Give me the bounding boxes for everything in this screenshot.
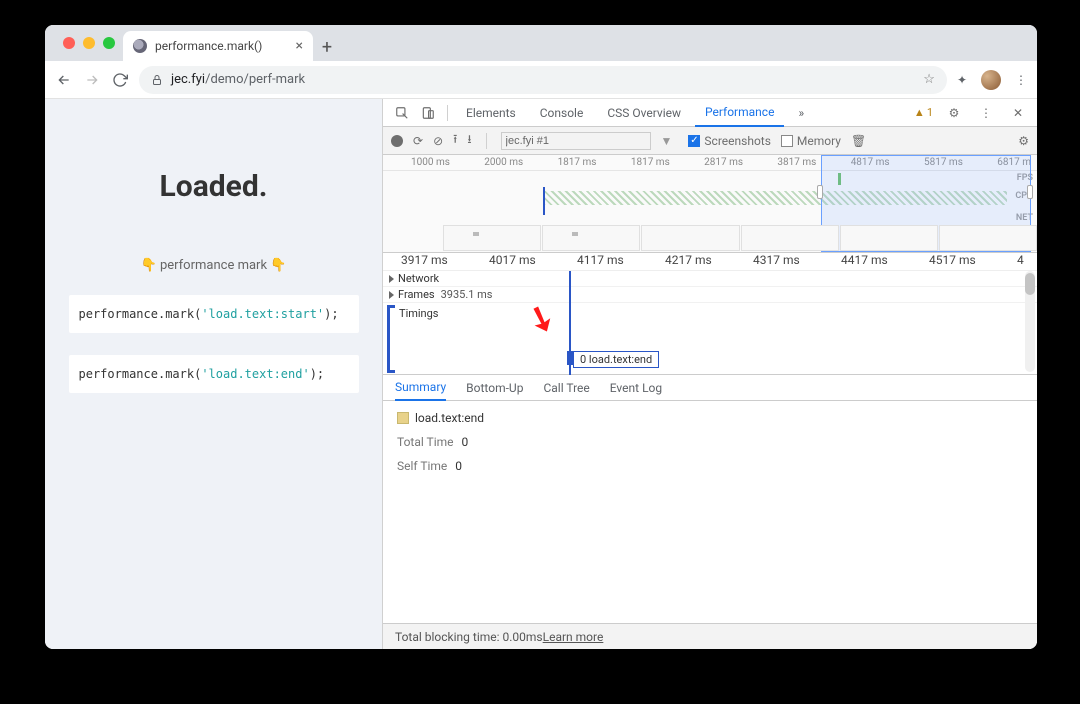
page-heading: Loaded. <box>160 169 268 204</box>
status-bar: Total blocking time: 0.00ms Learn more <box>383 623 1037 649</box>
extensions-icon[interactable]: ✦ <box>957 73 967 87</box>
tab-favicon-icon <box>133 39 147 53</box>
save-profile-icon[interactable]: ⭳ <box>467 130 471 151</box>
memory-checkbox[interactable]: Memory <box>781 134 841 148</box>
summary-pane: Summary Bottom-Up Call Tree Event Log lo… <box>383 375 1037 649</box>
address-bar: jec.fyi/demo/perf-mark ☆ ✦ ⋮ <box>45 61 1037 99</box>
overview-handle-right[interactable] <box>1027 185 1033 199</box>
tab-more-icon[interactable]: » <box>788 99 814 127</box>
back-button[interactable] <box>55 71 73 89</box>
browser-menu-icon[interactable]: ⋮ <box>1015 73 1027 87</box>
bottom-tablist: Summary Bottom-Up Call Tree Event Log <box>383 375 1037 401</box>
url-path: /demo/perf-mark <box>205 72 305 87</box>
window-controls <box>55 37 123 61</box>
load-profile-icon[interactable]: ⭱ <box>453 130 457 151</box>
perf-settings-icon[interactable]: ⚙ <box>1018 134 1029 148</box>
tab-title: performance.mark() <box>155 39 262 53</box>
devtools-menu-icon[interactable]: ⋮ <box>975 102 997 124</box>
timing-swatch-icon <box>397 412 409 424</box>
new-tab-button[interactable]: + <box>313 33 341 61</box>
timings-bracket <box>387 305 395 373</box>
screenshots-checkbox[interactable]: ✓Screenshots <box>688 134 770 148</box>
tab-console[interactable]: Console <box>530 99 594 127</box>
timing-marker-box[interactable]: 0 load.text:end <box>573 351 659 368</box>
devtools-tablist: Elements Console CSS Overview Performanc… <box>383 99 1037 127</box>
recording-select[interactable]: jec.fyi #1 <box>501 132 651 150</box>
tab-elements[interactable]: Elements <box>456 99 526 127</box>
reload-button[interactable] <box>111 71 129 89</box>
clear-icon[interactable]: ⊘ <box>433 134 443 148</box>
minimize-window-icon[interactable] <box>83 37 95 49</box>
profile-avatar[interactable] <box>981 70 1001 90</box>
network-row[interactable]: Network <box>383 271 1037 287</box>
disclosure-triangle-icon[interactable] <box>389 291 394 299</box>
omnibox[interactable]: jec.fyi/demo/perf-mark ☆ <box>139 66 947 94</box>
maximize-window-icon[interactable] <box>103 37 115 49</box>
inspect-icon[interactable] <box>391 102 413 124</box>
code-block-start: performance.mark('load.text:start'); <box>69 295 359 333</box>
performance-toolbar: ⟳ ⊘ ⭱ ⭳ jec.fyi #1 ▼ ✓Screenshots Memory… <box>383 127 1037 155</box>
warnings-badge[interactable]: ▲ 1 <box>914 106 933 119</box>
url-host: jec.fyi <box>171 72 205 87</box>
devtools-close-icon[interactable]: ✕ <box>1007 102 1029 124</box>
devtools-panel: Elements Console CSS Overview Performanc… <box>383 99 1037 649</box>
close-window-icon[interactable] <box>63 37 75 49</box>
chrome-window: performance.mark() × + jec.fyi/demo/perf… <box>45 25 1037 649</box>
tab-close-icon[interactable]: × <box>296 39 303 53</box>
flamechart-area[interactable]: 3917 ms 4017 ms 4117 ms 4217 ms 4317 ms … <box>383 253 1037 375</box>
summary-item-name: load.text:end <box>397 411 1023 425</box>
star-icon[interactable]: ☆ <box>923 72 935 87</box>
disclosure-triangle-icon[interactable] <box>389 275 394 283</box>
scrollbar-thumb[interactable] <box>1025 273 1035 295</box>
learn-more-link[interactable]: Learn more <box>543 630 604 644</box>
forward-button[interactable] <box>83 71 101 89</box>
tab-summary[interactable]: Summary <box>395 375 446 401</box>
browser-tab[interactable]: performance.mark() × <box>123 31 313 61</box>
timings-row-label[interactable]: Timings <box>399 307 439 320</box>
record-button[interactable] <box>391 135 403 147</box>
reload-record-icon[interactable]: ⟳ <box>413 134 423 148</box>
tab-css-overview[interactable]: CSS Overview <box>597 99 691 127</box>
tab-bottom-up[interactable]: Bottom-Up <box>466 381 523 395</box>
summary-self-time: Self Time0 <box>397 459 1023 473</box>
settings-icon[interactable]: ⚙ <box>943 102 965 124</box>
device-toggle-icon[interactable] <box>417 102 439 124</box>
overview-lane[interactable]: 1000 ms 2000 ms 1817 ms 1817 ms 2817 ms … <box>383 155 1037 253</box>
tab-strip: performance.mark() × + <box>45 25 1037 61</box>
tab-performance[interactable]: Performance <box>695 99 784 127</box>
summary-total-time: Total Time0 <box>397 435 1023 449</box>
detail-ruler: 3917 ms 4017 ms 4117 ms 4217 ms 4317 ms … <box>383 253 1037 271</box>
lock-icon <box>151 74 163 86</box>
page-content: Loaded. 👇 performance mark 👇 performance… <box>45 99 383 649</box>
code-block-end: performance.mark('load.text:end'); <box>69 355 359 393</box>
page-caption: 👇 performance mark 👇 <box>141 258 287 273</box>
tab-event-log[interactable]: Event Log <box>610 381 662 395</box>
gc-icon[interactable]: 🗑 <box>851 134 866 148</box>
overview-handle-left[interactable] <box>817 185 823 199</box>
frames-row[interactable]: Frames 3935.1 ms <box>383 287 1037 303</box>
tab-call-tree[interactable]: Call Tree <box>543 381 589 395</box>
